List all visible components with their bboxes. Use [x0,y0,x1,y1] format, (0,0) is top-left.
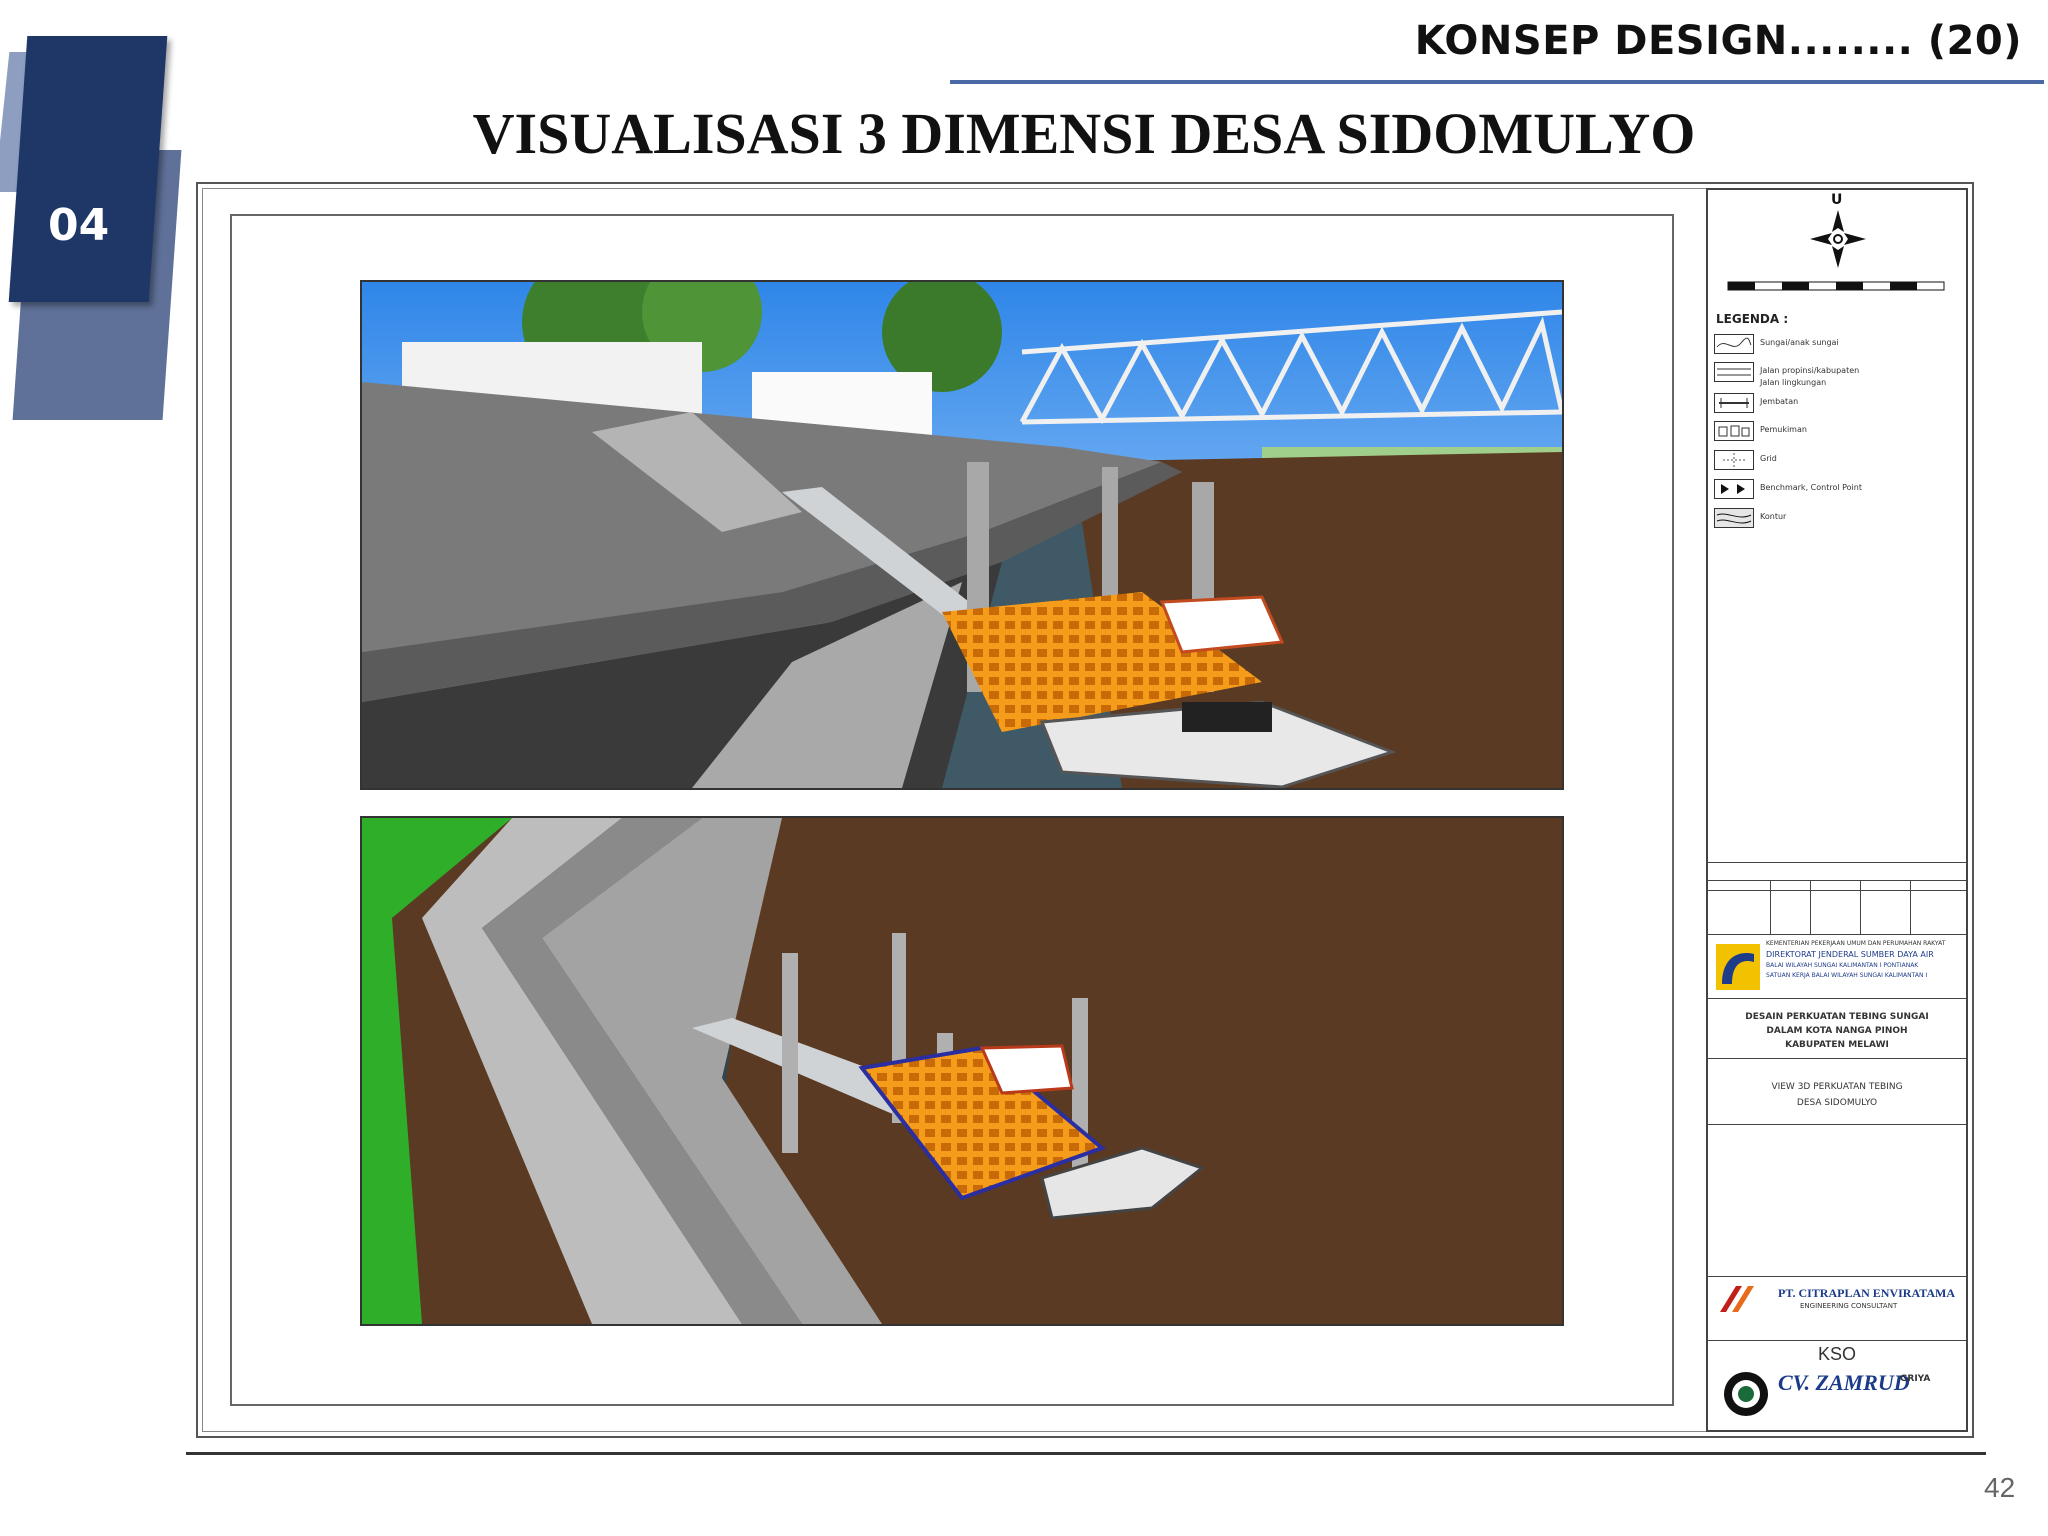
page-title: VISUALISASI 3 DIMENSI DESA SIDOMULYO [472,101,1696,166]
legend-item: Sungai/anak sungai [1714,334,1954,356]
title-block-divider [1708,998,1966,999]
owner-line-2: DIREKTORAT JENDERAL SUMBER DAYA AIR [1766,950,1934,959]
kso-label: KSO [1817,1344,1856,1364]
legend-label: Jembatan [1760,397,1799,406]
legend-item: Grid [1714,450,1954,472]
title-block-divider [1708,862,1966,863]
compass-icon [1810,210,1866,268]
legend-label: Grid [1760,454,1777,463]
render-view-bottom [360,816,1564,1326]
section-header: KONSEP DESIGN........ (20) [1414,18,2022,64]
page-number: 42 [1984,1472,2016,1503]
consultant-1-sub: ENGINEERING CONSULTANT [1800,1302,1898,1310]
drawing-title-line-2: DESA SIDOMULYO [1796,1098,1878,1108]
consultant-logo-icon [1720,1286,1754,1312]
project-line-3: KABUPATEN MELAWI [1785,1040,1889,1050]
project-line-1: DESAIN PERKUATAN TEBING SUNGAI [1745,1012,1929,1022]
project-line-2: DALAM KOTA NANGA PINOH [1766,1026,1908,1036]
title-block-divider [1708,934,1966,935]
title-block-divider [1810,880,1811,934]
title-block-divider [1708,1124,1966,1125]
contour-icon [1714,508,1754,528]
legend-label: Benchmark, Control Point [1760,483,1862,492]
title-block-divider [1708,890,1966,891]
header-rule [950,80,2044,84]
legend-item: Kontur [1714,508,1954,530]
settlement-icon [1714,421,1754,441]
legend-item: Benchmark, Control Point [1714,479,1954,501]
ministry-logo-icon [1716,944,1760,990]
owner-line-1: KEMENTERIAN PEKERJAAN UMUM DAN PERUMAHAN… [1766,940,1946,947]
north-arrow-label: U [1831,192,1843,208]
title-block-divider [1770,880,1771,934]
title-block-divider [1860,880,1861,934]
title-block-divider [1708,1058,1966,1059]
consultant-1-name: PT. CITRAPLAN ENVIRATAMA [1778,1286,1955,1300]
benchmark-icon [1714,479,1754,499]
title-block-divider [1708,880,1966,881]
scale-bar-icon [1727,281,1945,291]
legend-label: Pemukiman [1760,425,1807,434]
grid-icon [1714,450,1754,470]
legend-label: Jalan lingkungan [1760,378,1827,387]
legend-title: LEGENDA : [1716,312,1789,326]
render-image-top [362,282,1562,788]
section-number: 04 [48,200,110,251]
render-view-top [360,280,1564,790]
zamrud-logo-icon [1724,1372,1768,1416]
owner-line-4: SATUAN KERJA BALAI WILAYAH SUNGAI KALIMA… [1766,972,1928,979]
river-icon [1714,334,1754,354]
section-badge [8,36,168,302]
legend-label: Sungai/anak sungai [1760,338,1839,347]
owner-line-3: BALAI WILAYAH SUNGAI KALIMANTAN I PONTIA… [1766,962,1919,969]
render-image-bottom [362,818,1562,1324]
title-block-divider [1910,880,1911,934]
consultant-2-sub: GRIYA [1900,1374,1931,1384]
title-block-divider [1708,1276,1966,1277]
legend-item: Jembatan [1714,393,1954,415]
footer-rule [186,1452,1986,1455]
bridge-icon [1714,393,1754,413]
consultant-2-name: CV. ZAMRUD [1778,1370,1910,1395]
drawing-title-line-1: VIEW 3D PERKUATAN TEBING [1771,1082,1903,1092]
legend-label: Kontur [1760,512,1787,521]
legend-item: Pemukiman [1714,421,1954,443]
title-block-divider [1708,1340,1966,1341]
